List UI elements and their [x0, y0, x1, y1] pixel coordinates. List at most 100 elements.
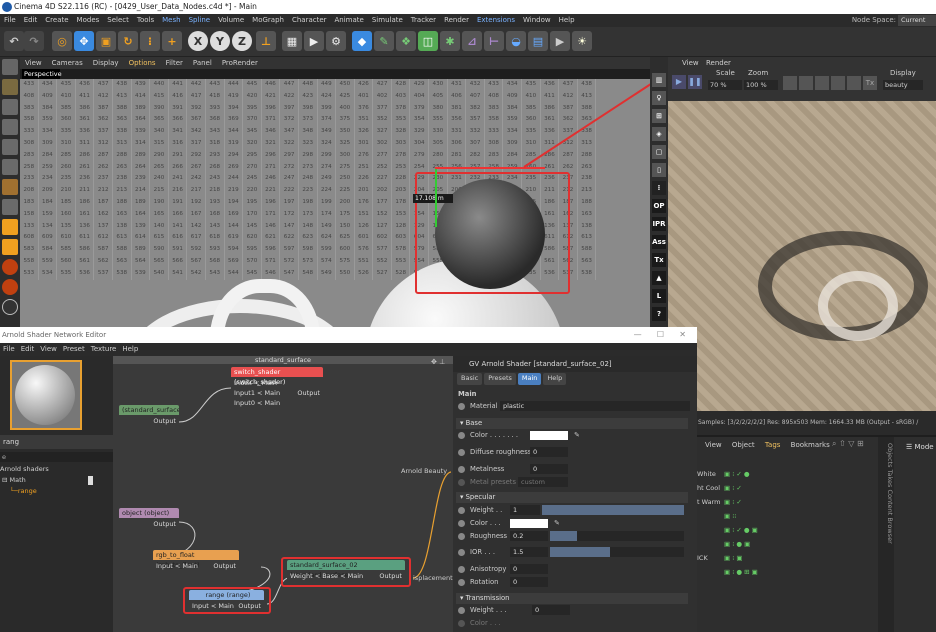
viewport-menu-item[interactable]: ProRender	[222, 59, 258, 67]
solo-off-icon[interactable]	[2, 299, 18, 315]
shader-search-input[interactable]: rang	[0, 435, 113, 449]
window-controls[interactable]: — ☐ ✕	[634, 327, 686, 343]
list-item[interactable]: ▣ ⁝ ● ⊞ ▣	[697, 565, 872, 579]
standard-surface-node[interactable]: (standard_surface Output	[119, 405, 179, 427]
node-port[interactable]: Input1 < Main Output	[234, 388, 320, 398]
metal-presets-dropdown[interactable]: custom	[518, 477, 568, 487]
make-editable-icon[interactable]	[2, 59, 18, 75]
viewport-menu-item[interactable]: Display	[93, 59, 119, 67]
compare-icon[interactable]	[815, 76, 829, 90]
deformer-icon[interactable]: ⊿	[462, 31, 482, 51]
search-icon[interactable]: ⌕ ⇧ ▽ ⊞	[832, 439, 872, 451]
eyedropper-icon[interactable]: ✎	[554, 517, 560, 530]
anisotropy-input[interactable]: 0	[510, 564, 548, 574]
sne-menu-item[interactable]: File	[3, 345, 15, 353]
tab-main[interactable]: Main	[517, 373, 542, 385]
fit-icon[interactable]	[783, 76, 797, 90]
viewport-menu-item[interactable]: Options	[129, 59, 156, 67]
tab-basic[interactable]: Basic	[457, 373, 483, 385]
eyedropper-icon[interactable]: ✎	[574, 429, 580, 442]
menu-item[interactable]: Mesh	[162, 16, 180, 24]
x-axis-icon[interactable]: X	[188, 31, 208, 51]
snapshot-icon[interactable]: ▢	[652, 145, 666, 159]
visibility-checks[interactable]: ▣ ⁝ ● ⊞ ▣	[724, 565, 758, 579]
om-tab-object[interactable]: Object	[732, 441, 755, 449]
help-button[interactable]: ?	[652, 307, 666, 321]
displacement-port[interactable]: isplacement	[413, 574, 453, 582]
solo-icon[interactable]	[2, 259, 18, 275]
visibility-checks[interactable]: ▣ ⁝ ✓	[724, 481, 742, 495]
ass-button[interactable]: Ass	[652, 235, 666, 249]
node-ports[interactable]: Input < Main Output	[153, 560, 239, 572]
menu-item[interactable]: File	[4, 16, 16, 24]
y-axis-icon[interactable]: Y	[210, 31, 230, 51]
menu-item[interactable]: Select	[107, 16, 129, 24]
viewport-menu-item[interactable]: Panel	[193, 59, 212, 67]
z-axis-icon[interactable]: Z	[232, 31, 252, 51]
list-item[interactable]: ▣ ⁝ ✓ ● ▣	[697, 523, 872, 537]
render-picture-viewer-icon[interactable]: ▶	[304, 31, 324, 51]
dots-icon[interactable]: ⁞	[652, 181, 666, 195]
render-image[interactable]	[668, 101, 936, 411]
pick-icon[interactable]	[847, 76, 861, 90]
viewport-menu-item[interactable]: Filter	[166, 59, 183, 67]
pause-icon[interactable]: ❚❚	[688, 75, 702, 89]
render-settings-icon[interactable]: ⚙	[326, 31, 346, 51]
display-dropdown[interactable]: beauty	[883, 80, 923, 90]
node-port[interactable]: Input0 < Main	[234, 398, 320, 408]
material-dropdown[interactable]: plastic	[500, 401, 690, 411]
viewport-menu-item[interactable]: View	[25, 59, 42, 67]
render-view-menu[interactable]: View	[682, 59, 699, 67]
visibility-checks[interactable]: ▣ ⁝ ✓ ●	[724, 467, 750, 481]
y-axis-handle[interactable]	[435, 167, 437, 227]
sne-menu-item[interactable]: Edit	[21, 345, 35, 353]
overlay-icon[interactable]	[831, 76, 845, 90]
menu-item[interactable]: Window	[523, 16, 551, 24]
tree-scroll-thumb[interactable]	[88, 476, 93, 485]
recent-tools-icon[interactable]: ⁝	[140, 31, 160, 51]
object-node[interactable]: object (object) Output	[119, 508, 179, 530]
menu-item[interactable]: Help	[559, 16, 575, 24]
diffuse-input[interactable]: 0	[530, 447, 568, 457]
om-tab-view[interactable]: View	[705, 441, 722, 449]
crop-icon[interactable]: ⊞	[652, 109, 666, 123]
move-tool-icon[interactable]: ✥	[74, 31, 94, 51]
rgb-to-float-node[interactable]: rgb_to_float (rgb_to_float) Input < Main…	[153, 550, 239, 572]
menu-item[interactable]: MoGraph	[252, 16, 284, 24]
op-button[interactable]: OP	[652, 199, 666, 213]
tree-root[interactable]: Arnold shaders	[0, 465, 49, 473]
undo-icon[interactable]: ↶	[4, 31, 24, 51]
node-output[interactable]: Output	[119, 415, 179, 427]
pen-icon[interactable]: ✎	[374, 31, 394, 51]
list-item[interactable]: ICK ▣ ⁝ ▣	[697, 551, 872, 565]
sne-menu-item[interactable]: Help	[122, 345, 138, 353]
subdivision-icon[interactable]: ❖	[396, 31, 416, 51]
list-item[interactable]: ▣ ⁝⁝	[697, 509, 872, 523]
attributes-mode-menu[interactable]: ☰ Mode	[896, 437, 936, 457]
arnold-icon[interactable]: ▲	[652, 271, 666, 285]
tree-item-math[interactable]: ⊟ Math	[2, 476, 26, 484]
visibility-checks[interactable]: ▣ ⁝ ▣	[724, 551, 742, 565]
roughness-slider[interactable]	[550, 531, 684, 541]
visibility-checks[interactable]: ▣ ⁝ ✓ ● ▣	[724, 523, 758, 537]
polygons-mode-icon[interactable]	[2, 159, 18, 175]
arnold-beauty-port[interactable]: Arnold Beauty	[401, 467, 447, 475]
menu-item[interactable]: Render	[444, 16, 469, 24]
switch-shader-node[interactable]: switch_shader (switch_shader) Index < Ma…	[231, 367, 323, 409]
clear-icon[interactable]: ◈	[652, 127, 666, 141]
spec-weight-slider[interactable]	[542, 505, 684, 515]
play-icon[interactable]: ▶	[672, 75, 686, 89]
om-tab-tags[interactable]: Tags	[765, 441, 781, 449]
extrude-icon[interactable]: ◫	[418, 31, 438, 51]
document-icon[interactable]: ▯	[652, 163, 666, 177]
cloner-icon[interactable]: ✱	[440, 31, 460, 51]
ipr-button[interactable]: IPR	[652, 217, 666, 231]
l-button[interactable]: L	[652, 289, 666, 303]
tab-help[interactable]: Help	[543, 373, 567, 385]
node-space-dropdown[interactable]: Current	[898, 15, 936, 26]
floor-icon[interactable]: ◒	[506, 31, 526, 51]
live-select-icon[interactable]: ◎	[52, 31, 72, 51]
render-view-icon[interactable]: ▦	[282, 31, 302, 51]
visibility-checks[interactable]: ▣ ⁝⁝	[724, 509, 736, 523]
tree-leaf-range[interactable]: └─range	[10, 487, 37, 495]
